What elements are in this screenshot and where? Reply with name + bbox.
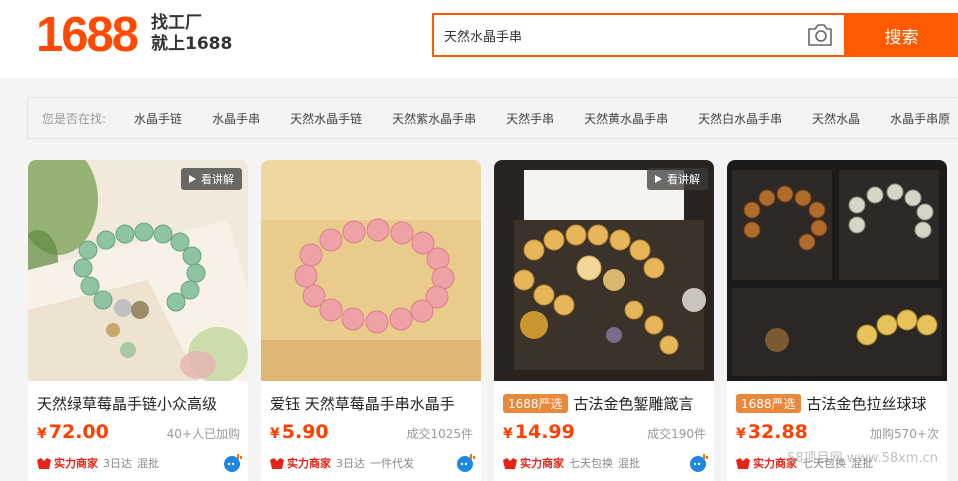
suggestion-item[interactable]: 天然黄水晶手串 (584, 110, 668, 127)
suggestion-item[interactable]: 天然水晶 (812, 110, 860, 127)
chat-icon[interactable] (689, 453, 709, 473)
suggestion-item[interactable]: 水晶手链 (134, 110, 182, 127)
chat-icon[interactable] (223, 453, 243, 473)
price-value: 5.90 (281, 421, 329, 443)
explain-video-badge[interactable]: 看讲解 (647, 168, 708, 190)
watermark: 58项目网 www.58xm.cn (787, 451, 938, 466)
yanxuan-tag: 1688严选 (736, 393, 801, 413)
chat-icon[interactable] (456, 453, 476, 473)
sales-count: 加购570+次 (870, 427, 939, 441)
service-tag: 一件代发 (370, 457, 414, 470)
product-price: ¥32.88 (736, 421, 808, 443)
product-price: ¥5.90 (270, 421, 329, 443)
strong-merchant-label: 实力商家 (287, 457, 331, 470)
product-price: ¥72.00 (37, 421, 109, 443)
product-title[interactable]: 1688严选 古法金色錾雕箴言 (503, 392, 709, 414)
logo-1688[interactable]: 1688 (36, 9, 139, 61)
currency-symbol: ¥ (503, 426, 513, 442)
product-image[interactable]: 看讲解 (28, 160, 248, 381)
suggestion-item[interactable]: 水晶手串原 (890, 110, 950, 127)
strong-merchant-icon (37, 457, 51, 469)
product-title-text: 古法金色錾雕箴言 (573, 394, 694, 413)
service-tag: 混批 (618, 457, 640, 470)
price-value: 14.99 (514, 421, 575, 443)
camera-icon[interactable] (806, 22, 834, 48)
explain-video-badge[interactable]: 看讲解 (181, 168, 242, 190)
strong-merchant-icon (270, 457, 284, 469)
suggestion-label: 您是否在找: (42, 111, 107, 126)
product-card[interactable]: 看讲解 1688严选 古法金色錾雕箴言 ¥14.99 成交190件 实力商家 七… (494, 160, 714, 481)
product-title[interactable]: 爱钰 天然草莓晶手串水晶手 (270, 392, 476, 414)
suggestion-bar: 您是否在找: 水晶手链 水晶手串 天然水晶手链 天然紫水晶手串 天然手串 天然黄… (27, 97, 958, 139)
meta-row: 实力商家 3日达 一件代发 (270, 454, 476, 472)
play-icon (189, 175, 196, 183)
meta-row: 实力商家 七天包换 混批 (503, 454, 709, 472)
product-title[interactable]: 1688严选 古法金色拉丝球球 (736, 392, 942, 414)
product-card[interactable]: 爱钰 天然草莓晶手串水晶手 ¥5.90 成交1025件 实力商家 3日达 一件代… (261, 160, 481, 481)
product-title-text: 天然绿草莓晶手链小众高级 (37, 394, 218, 413)
slogan-line-1: 找工厂 (151, 13, 202, 33)
slogan-line-2: 就上1688 (151, 34, 233, 54)
price-row: ¥72.00 40+人已加购 (37, 421, 240, 445)
search-input[interactable] (434, 15, 794, 55)
suggestion-item[interactable]: 水晶手串 (212, 110, 260, 127)
currency-symbol: ¥ (270, 426, 280, 442)
yanxuan-tag: 1688严选 (503, 393, 568, 413)
product-card[interactable]: 看讲解 天然绿草莓晶手链小众高级 ¥72.00 40+人已加购 实力商家 3日达… (28, 160, 248, 481)
meta-row: 实力商家 3日达 混批 (37, 454, 243, 472)
suggestion-item[interactable]: 天然白水晶手串 (698, 110, 782, 127)
product-image[interactable] (261, 160, 481, 381)
explain-label: 看讲解 (667, 173, 700, 186)
slogan: 找工厂 就上1688 (151, 13, 232, 55)
product-image[interactable] (727, 160, 947, 381)
header: 1688 找工厂 就上1688 搜索 (0, 0, 958, 78)
product-image[interactable]: 看讲解 (494, 160, 714, 381)
price-row: ¥32.88 加购570+次 (736, 421, 939, 445)
sales-count: 40+人已加购 (166, 427, 240, 441)
suggestion-item[interactable]: 天然紫水晶手串 (392, 110, 476, 127)
service-tag: 3日达 (103, 457, 132, 470)
price-row: ¥5.90 成交1025件 (270, 421, 473, 445)
product-title[interactable]: 天然绿草莓晶手链小众高级 (37, 392, 243, 414)
currency-symbol: ¥ (736, 426, 746, 442)
service-tag: 混批 (137, 457, 159, 470)
sales-count: 成交1025件 (406, 427, 473, 441)
product-card[interactable]: 1688严选 古法金色拉丝球球 ¥32.88 加购570+次 实力商家 七天包换… (727, 160, 947, 481)
suggestion-item[interactable]: 天然手串 (506, 110, 554, 127)
product-title-text: 古法金色拉丝球球 (806, 394, 927, 413)
suggestion-item[interactable]: 天然水晶手链 (290, 110, 362, 127)
strong-merchant-icon (503, 457, 517, 469)
strong-merchant-icon (736, 457, 750, 469)
service-tag: 3日达 (336, 457, 365, 470)
strong-merchant-label: 实力商家 (520, 457, 564, 470)
product-title-text: 爱钰 天然草莓晶手串水晶手 (270, 394, 455, 413)
search-button[interactable]: 搜索 (845, 13, 958, 57)
search-box (432, 13, 846, 57)
sales-count: 成交190件 (647, 427, 706, 441)
currency-symbol: ¥ (37, 426, 47, 442)
explain-label: 看讲解 (201, 173, 234, 186)
price-value: 32.88 (747, 421, 808, 443)
service-tag: 七天包换 (569, 457, 613, 470)
price-value: 72.00 (48, 421, 109, 443)
strong-merchant-label: 实力商家 (54, 457, 98, 470)
product-price: ¥14.99 (503, 421, 575, 443)
play-icon (655, 175, 662, 183)
price-row: ¥14.99 成交190件 (503, 421, 706, 445)
